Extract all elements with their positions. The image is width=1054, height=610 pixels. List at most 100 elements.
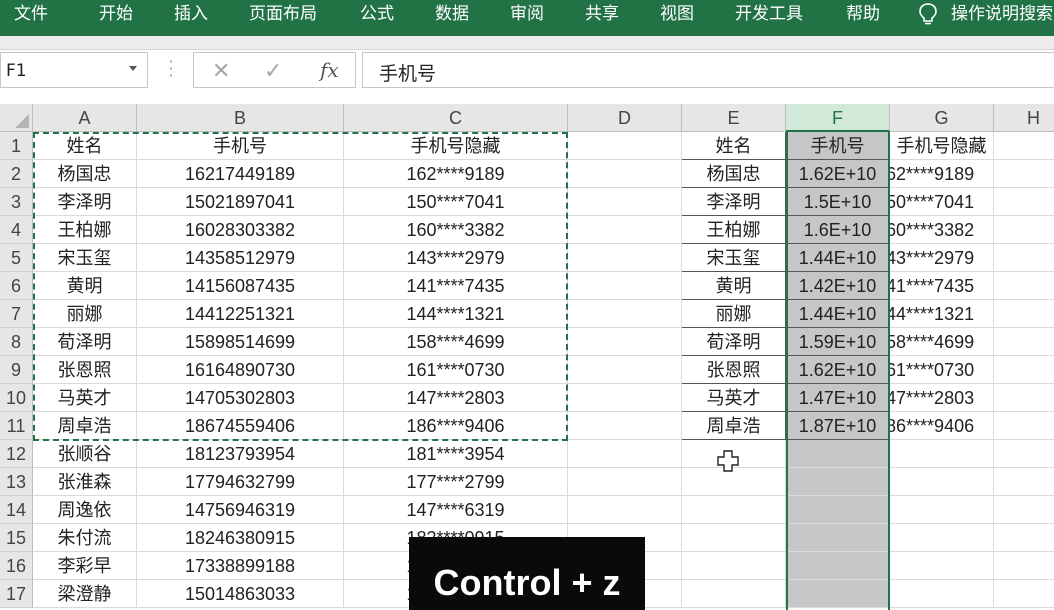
table-cell-b11[interactable]: 18674559406 (137, 412, 344, 440)
table-cell-b12[interactable]: 18123793954 (137, 440, 344, 468)
column-header-e[interactable]: E (682, 104, 786, 132)
table-cell-d3[interactable] (568, 188, 682, 216)
row-header-14[interactable]: 14 (0, 496, 33, 524)
table-cell-a15[interactable]: 朱付流 (33, 524, 137, 552)
tell-me-search[interactable]: 操作说明搜索 (951, 0, 1053, 28)
table-cell-g5[interactable]: 143****2979 (890, 244, 994, 272)
table-cell-f13[interactable] (786, 468, 890, 496)
table-cell-c8[interactable]: 158****4699 (344, 328, 568, 356)
table-cell-b10[interactable]: 14705302803 (137, 384, 344, 412)
row-header-1[interactable]: 1 (0, 132, 33, 160)
cross-icon[interactable]: ✕ (212, 59, 230, 84)
table-cell-e4[interactable]: 王柏娜 (682, 216, 786, 244)
table-cell-e10[interactable]: 马英才 (682, 384, 786, 412)
table-cell-h11[interactable] (994, 412, 1054, 440)
table-cell-e5[interactable]: 宋玉玺 (682, 244, 786, 272)
table-cell-c3[interactable]: 150****7041 (344, 188, 568, 216)
tab-share[interactable]: 共享 (585, 0, 619, 28)
table-cell-c11[interactable]: 186****9406 (344, 412, 568, 440)
row-header-7[interactable]: 7 (0, 300, 33, 328)
column-header-g[interactable]: G (890, 104, 994, 132)
row-header-3[interactable]: 3 (0, 188, 33, 216)
table-cell-e11[interactable]: 周卓浩 (682, 412, 786, 440)
table-cell-g15[interactable] (890, 524, 994, 552)
table-cell-a13[interactable]: 张淮森 (33, 468, 137, 496)
row-header-6[interactable]: 6 (0, 272, 33, 300)
tab-developer[interactable]: 开发工具 (735, 0, 803, 28)
tab-file[interactable]: 文件 (14, 0, 48, 28)
chevron-down-icon[interactable] (129, 66, 137, 71)
table-cell-e17[interactable] (682, 580, 786, 608)
tab-help[interactable]: 帮助 (846, 0, 880, 28)
table-cell-g11[interactable]: 186****9406 (890, 412, 994, 440)
table-cell-a16[interactable]: 李彩早 (33, 552, 137, 580)
table-cell-f17[interactable] (786, 580, 890, 608)
table-cell-d6[interactable] (568, 272, 682, 300)
check-icon[interactable]: ✓ (264, 59, 282, 84)
header-cell-f1[interactable]: 手机号 (786, 132, 890, 160)
header-cell-b1[interactable]: 手机号 (137, 132, 344, 160)
table-cell-b4[interactable]: 16028303382 (137, 216, 344, 244)
table-cell-f15[interactable] (786, 524, 890, 552)
column-header-b[interactable]: B (137, 104, 344, 132)
header-cell-a1[interactable]: 姓名 (33, 132, 137, 160)
table-cell-g12[interactable] (890, 440, 994, 468)
table-cell-h2[interactable] (994, 160, 1054, 188)
more-options-icon[interactable]: · · · (168, 54, 174, 84)
table-cell-d12[interactable] (568, 440, 682, 468)
row-header-17[interactable]: 17 (0, 580, 33, 608)
header-cell-g1[interactable]: 手机号隐藏 (890, 132, 994, 160)
table-cell-g8[interactable]: 158****4699 (890, 328, 994, 356)
table-cell-h7[interactable] (994, 300, 1054, 328)
table-cell-a9[interactable]: 张恩照 (33, 356, 137, 384)
table-cell-e7[interactable]: 丽娜 (682, 300, 786, 328)
table-cell-a17[interactable]: 梁澄静 (33, 580, 137, 608)
table-cell-f4[interactable]: 1.6E+10 (786, 216, 890, 244)
spreadsheet-grid[interactable]: ABCDEFGH 1 2 3 4 5 6 7 8 9 10 11 12 13 14 15 16 17 姓名 手机号… (0, 104, 1054, 610)
table-cell-f7[interactable]: 1.44E+10 (786, 300, 890, 328)
table-cell-e3[interactable]: 李泽明 (682, 188, 786, 216)
table-cell-a12[interactable]: 张顺谷 (33, 440, 137, 468)
table-cell-e9[interactable]: 张恩照 (682, 356, 786, 384)
table-cell-h5[interactable] (994, 244, 1054, 272)
tab-home[interactable]: 开始 (99, 0, 133, 28)
table-cell-b5[interactable]: 14358512979 (137, 244, 344, 272)
table-cell-c12[interactable]: 181****3954 (344, 440, 568, 468)
tab-insert[interactable]: 插入 (174, 0, 208, 28)
tab-formulas[interactable]: 公式 (360, 0, 394, 28)
table-cell-d14[interactable] (568, 496, 682, 524)
formula-input[interactable]: 手机号 (362, 52, 1054, 88)
table-cell-f12[interactable] (786, 440, 890, 468)
table-cell-c13[interactable]: 177****2799 (344, 468, 568, 496)
table-cell-c4[interactable]: 160****3382 (344, 216, 568, 244)
table-cell-h14[interactable] (994, 496, 1054, 524)
table-cell-d1[interactable] (568, 132, 682, 160)
table-cell-e2[interactable]: 杨国忠 (682, 160, 786, 188)
column-header-a[interactable]: A (33, 104, 137, 132)
table-cell-f2[interactable]: 1.62E+10 (786, 160, 890, 188)
lightbulb-icon[interactable] (917, 2, 939, 26)
column-header-d[interactable]: D (568, 104, 682, 132)
row-header-10[interactable]: 10 (0, 384, 33, 412)
table-cell-b13[interactable]: 17794632799 (137, 468, 344, 496)
table-cell-b17[interactable]: 15014863033 (137, 580, 344, 608)
table-cell-f8[interactable]: 1.59E+10 (786, 328, 890, 356)
column-header-f[interactable]: F (786, 104, 890, 132)
table-cell-c10[interactable]: 147****2803 (344, 384, 568, 412)
table-cell-g3[interactable]: 150****7041 (890, 188, 994, 216)
row-header-5[interactable]: 5 (0, 244, 33, 272)
row-header-13[interactable]: 13 (0, 468, 33, 496)
table-cell-b9[interactable]: 16164890730 (137, 356, 344, 384)
table-cell-b15[interactable]: 18246380915 (137, 524, 344, 552)
table-cell-e6[interactable]: 黄明 (682, 272, 786, 300)
table-cell-d8[interactable] (568, 328, 682, 356)
row-header-16[interactable]: 16 (0, 552, 33, 580)
table-cell-a3[interactable]: 李泽明 (33, 188, 137, 216)
table-cell-b14[interactable]: 14756946319 (137, 496, 344, 524)
table-cell-f14[interactable] (786, 496, 890, 524)
name-box[interactable]: F1 (0, 52, 148, 88)
table-cell-a14[interactable]: 周逸依 (33, 496, 137, 524)
row-header-15[interactable]: 15 (0, 524, 33, 552)
table-cell-h3[interactable] (994, 188, 1054, 216)
table-cell-h8[interactable] (994, 328, 1054, 356)
